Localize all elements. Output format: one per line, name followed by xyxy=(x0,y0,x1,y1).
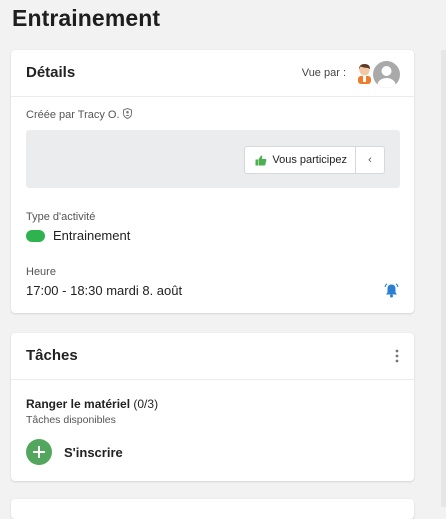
participation-button-group: Vous participez ‹ xyxy=(244,146,385,174)
time-value: 17:00 - 18:30 mardi 8. août xyxy=(26,283,183,298)
participate-label: Vous participez xyxy=(272,154,347,166)
task-status: Tâches disponibles xyxy=(26,414,116,426)
chevron-left-icon[interactable]: ‹ xyxy=(356,147,384,173)
task-count: (0/3) xyxy=(133,397,159,411)
plus-icon[interactable] xyxy=(26,439,52,465)
activity-type-label: Type d'activité xyxy=(26,211,96,223)
shield-user-icon xyxy=(122,107,132,122)
tasks-title: Tâches xyxy=(26,347,78,364)
activity-color-dot xyxy=(26,229,45,242)
details-card: Détails Vue par : Créée par Tracy O. Vou… xyxy=(11,50,414,313)
signup-button[interactable]: S'inscrire xyxy=(26,439,123,465)
creator-line: Créée par Tracy O. xyxy=(26,107,132,122)
thumbs-up-icon xyxy=(255,155,267,165)
details-title: Détails xyxy=(26,64,76,81)
activity-type-value: Entrainement xyxy=(53,228,131,243)
tasks-card: Tâches Ranger le matériel (0/3) Tâches d… xyxy=(11,333,414,481)
more-vertical-icon[interactable] xyxy=(395,349,399,363)
bell-icon[interactable] xyxy=(384,283,399,298)
task-name: Ranger le matériel xyxy=(26,397,131,411)
tasks-card-header: Tâches xyxy=(11,333,414,380)
signup-label: S'inscrire xyxy=(64,444,123,460)
participate-button[interactable]: Vous participez xyxy=(245,147,356,173)
activity-type-row: Entrainement xyxy=(26,228,130,243)
details-card-header: Détails Vue par : xyxy=(11,50,414,97)
side-panel-edge xyxy=(441,50,446,507)
avatar-grey-icon[interactable] xyxy=(372,60,401,89)
seen-by-label: Vue par : xyxy=(301,67,346,79)
creator-text: Créée par Tracy O. xyxy=(26,109,120,121)
page-title: Entrainement xyxy=(12,5,161,31)
next-card xyxy=(11,499,414,519)
participation-area: Vous participez ‹ xyxy=(26,130,400,188)
time-label: Heure xyxy=(26,266,56,278)
task-title: Ranger le matériel (0/3) xyxy=(26,397,158,411)
